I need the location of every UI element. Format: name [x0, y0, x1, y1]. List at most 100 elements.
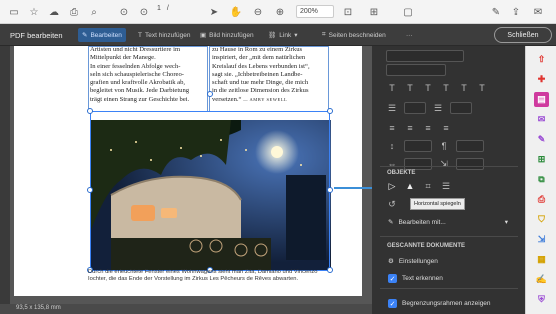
numbered-list-icon[interactable]: ☰	[432, 102, 444, 114]
comment-icon[interactable]: ▢	[400, 4, 416, 20]
recognize-text-checkbox[interactable]: ✓	[388, 274, 397, 283]
section-objects: OBJEKTE	[387, 170, 416, 176]
resize-handle[interactable]	[87, 108, 93, 114]
char-spacing-select[interactable]	[404, 158, 432, 170]
pencil-icon: ✎	[388, 219, 394, 226]
protect-icon[interactable]: ⛉	[534, 212, 549, 227]
more-tools-icon[interactable]: ⛨	[534, 292, 549, 307]
recognize-text-label: Text erkennen	[402, 275, 443, 282]
edit-with-option[interactable]: ✎ Bearbeiten mit... ▾	[388, 218, 508, 227]
underline-icon[interactable]: T	[440, 82, 452, 94]
crop-icon: ⌗	[322, 31, 326, 38]
line-spacing-icon[interactable]: ↕	[386, 140, 398, 152]
divider	[380, 236, 518, 237]
text-color-icon[interactable]: T	[386, 82, 398, 94]
tool-link[interactable]: ⛓ Link ▾	[264, 28, 301, 42]
crop-image-icon[interactable]: ⌗	[422, 180, 434, 192]
status-bar: 93,5 x 135,8 mm	[0, 304, 372, 314]
bold-icon[interactable]: T	[404, 82, 416, 94]
divider	[380, 288, 518, 289]
cloud-upload-icon[interactable]: ☁	[46, 4, 62, 20]
rotate-icon[interactable]: ↺	[386, 198, 398, 210]
photo-caption[interactable]: Durch die erleuchtete Fenster eines Wohn…	[88, 269, 334, 283]
left-collapse-strip[interactable]	[0, 46, 10, 304]
image-selection-box	[90, 111, 330, 271]
combine-files-icon[interactable]: ⧉	[534, 172, 549, 187]
zoom-in-icon[interactable]: ⊕	[272, 4, 288, 20]
request-signature-icon[interactable]: ✍	[534, 272, 549, 287]
organize-pages-icon[interactable]: ⊞	[534, 152, 549, 167]
bounding-boxes-option[interactable]: ✓ Begrenzungsrahmen anzeigen	[388, 299, 491, 308]
comment-tool-icon[interactable]: ✉	[534, 112, 549, 127]
home-icon[interactable]: ▭	[6, 4, 22, 20]
align-justify-icon[interactable]: ≡	[440, 122, 452, 134]
fit-page-icon[interactable]: ⊡	[340, 4, 356, 20]
share-icon[interactable]: ⇪	[508, 4, 524, 20]
edit-sign-icon[interactable]: ✎	[488, 4, 504, 20]
horizontal-scale-icon[interactable]: ⇲	[438, 158, 450, 170]
line-spacing-select[interactable]	[404, 140, 432, 152]
tool-add-text-label: Text hinzufügen	[144, 31, 191, 39]
italic-icon[interactable]: T	[422, 82, 434, 94]
resize-handle[interactable]	[327, 187, 333, 193]
align-center-icon[interactable]: ≡	[404, 122, 416, 134]
spacing-row: ↕ ¶	[386, 140, 484, 154]
bounding-boxes-checkbox[interactable]: ✓	[388, 299, 397, 308]
prepare-form-icon[interactable]: ▦	[534, 252, 549, 267]
paragraph-spacing-icon[interactable]: ¶	[438, 140, 450, 152]
font-size-select[interactable]	[386, 64, 446, 76]
bounding-boxes-label: Begrenzungsrahmen anzeigen	[402, 300, 491, 307]
scan-icon[interactable]: ⎙	[534, 192, 549, 207]
bullet-list-icon[interactable]: ☰	[386, 102, 398, 114]
print-icon[interactable]: ⎙	[66, 4, 82, 20]
arrange-icon[interactable]: ☰	[440, 180, 452, 192]
subscript-icon[interactable]: T	[476, 82, 488, 94]
bullet-list-select[interactable]	[404, 102, 426, 114]
rotate-handle[interactable]	[207, 91, 213, 97]
horizontal-scale-select[interactable]	[456, 158, 484, 170]
close-button[interactable]: Schließen	[494, 27, 552, 43]
scroll-mode-icon[interactable]: ⊞	[366, 4, 382, 20]
compress-icon[interactable]: ⇲	[534, 232, 549, 247]
tool-crop-pages[interactable]: ⌗ Seiten beschneiden	[318, 28, 390, 42]
pointer-icon[interactable]: ➤	[206, 4, 222, 20]
resize-handle[interactable]	[327, 108, 333, 114]
edit-toolbar: PDF bearbeiten ✎ Bearbeiten T Text hinzu…	[0, 24, 556, 46]
paragraph-spacing-select[interactable]	[456, 140, 484, 152]
page-separator: /	[166, 5, 169, 12]
font-select[interactable]	[386, 50, 464, 62]
flip-horizontal-icon[interactable]: ▲	[404, 180, 416, 192]
numbered-list-select[interactable]	[450, 102, 472, 114]
align-left-icon[interactable]: ≡	[386, 122, 398, 134]
tool-add-image[interactable]: ▣ Bild hinzufügen	[196, 28, 258, 42]
superscript-icon[interactable]: T	[458, 82, 470, 94]
divider	[380, 166, 518, 167]
page-current[interactable]: 1	[157, 5, 161, 12]
recognize-text-option[interactable]: ✓ Text erkennen	[388, 274, 443, 283]
search-icon[interactable]: ⌕	[86, 4, 102, 20]
resize-handle[interactable]	[87, 187, 93, 193]
page-up-icon[interactable]: ⊙	[116, 4, 132, 20]
flip-vertical-icon[interactable]: ▷	[386, 180, 398, 192]
page-indicator[interactable]: 1 /	[157, 5, 169, 12]
zoom-out-icon[interactable]: ⊖	[250, 4, 266, 20]
text-box-outline	[88, 46, 208, 112]
more-options-icon[interactable]: ···	[402, 28, 417, 42]
email-icon[interactable]: ✉	[530, 4, 546, 20]
hand-icon[interactable]: ✋	[228, 4, 244, 20]
tool-add-text[interactable]: T Text hinzufügen	[134, 28, 195, 42]
tool-edit[interactable]: ✎ Bearbeiten	[78, 28, 126, 42]
star-icon[interactable]: ☆	[26, 4, 42, 20]
char-spacing-icon[interactable]: ⇔	[386, 158, 398, 170]
page-down-icon[interactable]: ⊙	[136, 4, 152, 20]
create-pdf-icon[interactable]: ✚	[534, 72, 549, 87]
text-icon: T	[138, 31, 142, 39]
fill-sign-icon[interactable]: ✎	[534, 132, 549, 147]
text-box-outline	[209, 46, 329, 112]
edit-pdf-icon[interactable]: ▤	[534, 92, 549, 107]
settings-option[interactable]: ⚙ Einstellungen	[388, 257, 438, 266]
top-toolbar: ▭ ☆ ☁ ⎙ ⌕ ⊙ ⊙ 1 / ➤ ✋ ⊖ ⊕ 200% ⊡ ⊞ ▢ ✎ ⇪…	[0, 0, 556, 24]
align-right-icon[interactable]: ≡	[422, 122, 434, 134]
zoom-select[interactable]: 200%	[296, 5, 334, 18]
export-pdf-icon[interactable]: ⇧	[534, 52, 549, 67]
